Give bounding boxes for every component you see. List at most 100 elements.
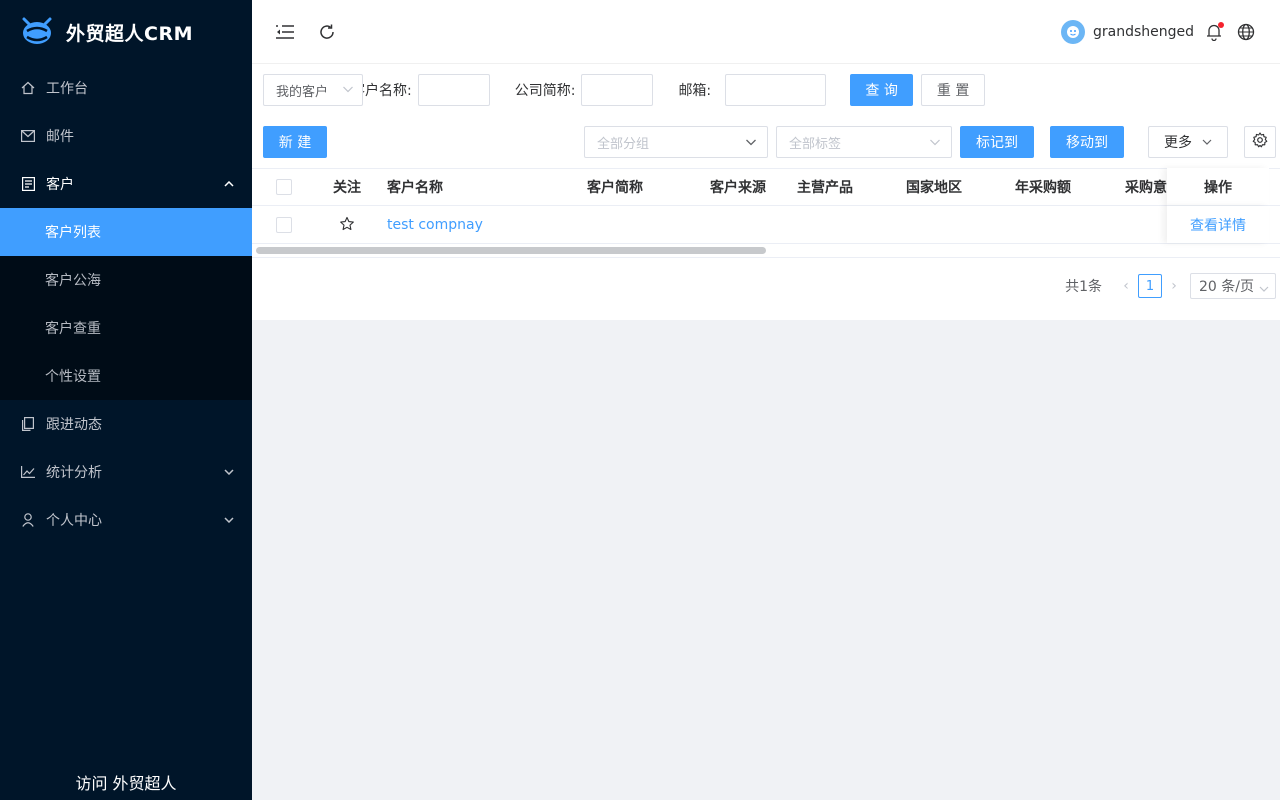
sidebar-item-label: 客户查重 (45, 321, 101, 337)
header-operations-cell: 操作 (1167, 168, 1269, 206)
sidebar-item-label: 工作台 (46, 81, 88, 97)
header-region[interactable]: 国家地区 (906, 177, 962, 197)
mark-to-button[interactable]: 标记到 (960, 126, 1034, 158)
visit-site-link[interactable]: 访问 外贸超人 (0, 770, 252, 794)
more-button[interactable]: 更多 (1148, 126, 1228, 158)
view-details-link[interactable]: 查看详情 (1190, 215, 1246, 235)
header-follow: 关注 (333, 180, 361, 196)
page-size-select[interactable]: 20 条/页 (1190, 273, 1276, 299)
sidebar-item-mail[interactable]: 邮件 (0, 112, 252, 160)
sidebar-item-profile[interactable]: 个人中心 (0, 496, 252, 544)
refresh-icon[interactable] (316, 21, 338, 43)
sidebar-item-label: 客户公海 (45, 273, 101, 289)
scope-select[interactable]: 我的客户 (263, 74, 363, 106)
action-bar: 新 建 全部分组 全部标签 标记到 移动到 更多 (252, 116, 1280, 168)
sidebar-item-public-pool[interactable]: 客户公海 (0, 256, 252, 304)
sidebar-item-label: 个人中心 (46, 513, 102, 529)
row-operations-cell: 查看详情 (1167, 206, 1269, 243)
chevron-down-icon (224, 515, 234, 526)
sidebar-item-label: 客户 (46, 177, 74, 193)
notification-dot (1218, 21, 1224, 28)
move-to-button[interactable]: 移动到 (1050, 126, 1124, 158)
group-select[interactable]: 全部分组 (584, 126, 768, 158)
sidebar-item-label: 统计分析 (46, 465, 102, 481)
header-main-product[interactable]: 主营产品 (797, 177, 853, 197)
table-header: 关注 客户名称 客户简称 客户来源 主营产品 国家地区 年采购额 采购意 操作 (252, 168, 1280, 206)
customer-submenu: 客户列表 客户公海 客户查重 个性设置 (0, 208, 252, 400)
select-all-checkbox[interactable] (276, 179, 292, 195)
customer-list-panel: 我的客户 客户名称: 公司简称: 邮箱: 查 询 重 置 新 建 全部分组 全部… (252, 64, 1280, 320)
query-button[interactable]: 查 询 (850, 74, 914, 106)
reset-button[interactable]: 重 置 (921, 74, 986, 106)
header-operations: 操作 (1204, 179, 1232, 196)
menu-fold-icon[interactable] (274, 21, 296, 43)
logo-icon (22, 17, 52, 44)
globe-icon[interactable] (1236, 22, 1256, 42)
copy-icon (20, 416, 36, 432)
sidebar-item-label: 跟进动态 (46, 417, 102, 433)
column-settings-button[interactable] (1244, 126, 1276, 158)
filter-bar: 我的客户 客户名称: 公司简称: 邮箱: 查 询 重 置 (252, 64, 1280, 116)
chevron-down-icon (929, 136, 941, 152)
email-label: 邮箱: (678, 83, 712, 99)
scope-select-value: 我的客户 (276, 84, 329, 100)
tag-select-placeholder: 全部标签 (789, 136, 842, 152)
chevron-down-icon (745, 136, 757, 152)
sidebar-item-followup[interactable]: 跟进动态 (0, 400, 252, 448)
pagination-total: 共1条 (1065, 279, 1102, 295)
header-customer-name[interactable]: 客户名称 (387, 177, 443, 197)
horizontal-scrollbar[interactable] (252, 244, 1280, 258)
user-menu[interactable]: grandshenged (1060, 19, 1194, 44)
scrollbar-thumb[interactable] (256, 247, 766, 254)
chevron-up-icon (224, 179, 234, 190)
gear-icon (1252, 132, 1268, 152)
sidebar-item-label: 邮件 (46, 129, 74, 145)
sidebar: 外贸超人CRM 工作台 邮件 客户 客户列表 客户公海 客户查重 个性设置 跟进… (0, 0, 252, 800)
mail-icon (20, 128, 36, 144)
bell-icon[interactable] (1204, 21, 1224, 42)
customer-icon (20, 176, 36, 192)
row-checkbox[interactable] (276, 216, 292, 233)
logo[interactable]: 外贸超人CRM (0, 0, 252, 64)
username: grandshenged (1092, 23, 1194, 40)
main-content: grandshenged 我的客户 客户名称: 公司简称: 邮箱: 查 询 重 (252, 0, 1280, 800)
sidebar-item-label: 个性设置 (45, 369, 101, 385)
avatar (1060, 19, 1085, 44)
top-bar: grandshenged (252, 0, 1280, 64)
sidebar-item-personal-settings[interactable]: 个性设置 (0, 352, 252, 400)
sidebar-item-customer[interactable]: 客户 (0, 160, 252, 208)
app-title: 外贸超人CRM (66, 22, 193, 45)
pagination: 共1条 ‹ 1 › 20 条/页 (252, 258, 1280, 314)
sidebar-item-dashboard[interactable]: 工作台 (0, 64, 252, 112)
user-icon (20, 512, 36, 528)
page-number[interactable]: 1 (1138, 274, 1162, 298)
new-customer-button[interactable]: 新 建 (263, 126, 327, 158)
chevron-down-icon (342, 83, 354, 99)
header-annual-purchase[interactable]: 年采购额 (1015, 177, 1071, 197)
header-customer-source[interactable]: 客户来源 (710, 177, 766, 197)
sidebar-item-duplicate-check[interactable]: 客户查重 (0, 304, 252, 352)
customer-table: 关注 客户名称 客户简称 客户来源 主营产品 国家地区 年采购额 采购意 操作 … (252, 168, 1280, 258)
home-icon (20, 80, 36, 96)
customer-name-link[interactable]: test compnay (387, 217, 483, 233)
sidebar-item-customer-list[interactable]: 客户列表 (0, 208, 252, 256)
header-purchase-intent[interactable]: 采购意 (1125, 177, 1167, 197)
chevron-down-icon (224, 467, 234, 478)
tag-select[interactable]: 全部标签 (776, 126, 952, 158)
chevron-down-icon (1202, 134, 1212, 150)
group-select-placeholder: 全部分组 (597, 136, 650, 152)
sidebar-item-label: 客户列表 (45, 225, 101, 241)
email-input[interactable] (725, 74, 827, 106)
prev-page-icon[interactable]: ‹ (1116, 278, 1136, 294)
header-customer-short[interactable]: 客户简称 (587, 177, 643, 197)
page-size-value: 20 条/页 (1199, 279, 1254, 295)
table-row: test compnay 查看详情 (252, 206, 1280, 244)
chart-icon (20, 464, 36, 480)
customer-name-input[interactable] (417, 74, 490, 106)
star-icon[interactable] (339, 216, 355, 236)
more-button-label: 更多 (1164, 135, 1192, 151)
company-short-input[interactable] (581, 74, 654, 106)
chevron-down-icon (1259, 281, 1269, 297)
sidebar-item-analytics[interactable]: 统计分析 (0, 448, 252, 496)
next-page-icon[interactable]: › (1164, 278, 1184, 294)
